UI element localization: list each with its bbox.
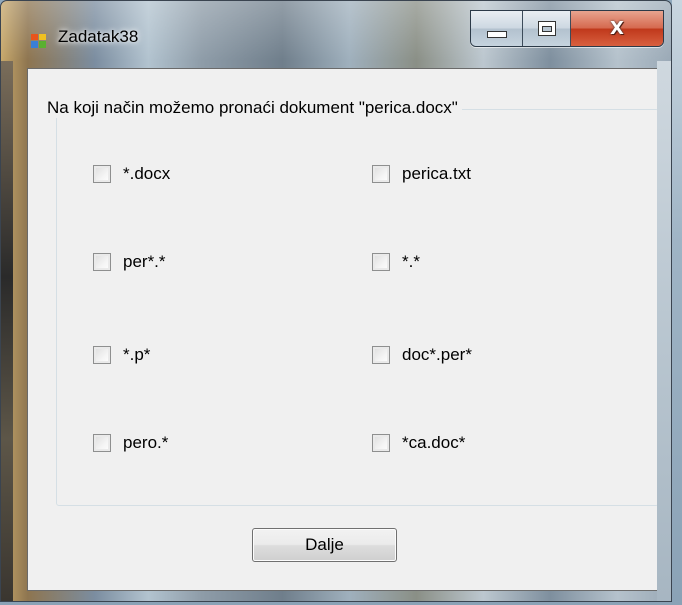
window-title: Zadatak38: [58, 27, 139, 46]
checkbox-box[interactable]: [93, 346, 111, 364]
checkbox-option-2[interactable]: perica.txt: [372, 164, 471, 184]
app-window: Zadatak38 X Na koji način možemo pronaći…: [0, 0, 672, 602]
checkbox-label[interactable]: *.docx: [123, 164, 170, 184]
desktop-background: [672, 0, 682, 605]
windows-form-icon[interactable]: [31, 33, 47, 49]
checkbox-option-5[interactable]: *.p*: [93, 345, 150, 365]
checkbox-box[interactable]: [372, 165, 390, 183]
close-icon: X: [610, 18, 624, 39]
checkbox-box[interactable]: [93, 253, 111, 271]
checkbox-box[interactable]: [93, 434, 111, 452]
checkbox-box[interactable]: [372, 346, 390, 364]
maximize-icon: [537, 21, 556, 36]
maximize-button[interactable]: [523, 11, 571, 46]
caption-buttons: X: [470, 10, 664, 47]
checkbox-label[interactable]: *.p*: [123, 345, 150, 365]
checkbox-option-1[interactable]: *.docx: [93, 164, 170, 184]
checkbox-option-3[interactable]: per*.*: [93, 252, 166, 272]
checkbox-option-8[interactable]: *ca.doc*: [372, 433, 465, 453]
minimize-button[interactable]: [471, 11, 523, 46]
checkbox-label[interactable]: doc*.per*: [402, 345, 472, 365]
next-button[interactable]: Dalje: [252, 528, 397, 562]
checkbox-box[interactable]: [372, 253, 390, 271]
checkbox-label[interactable]: pero.*: [123, 433, 168, 453]
checkbox-option-7[interactable]: pero.*: [93, 433, 168, 453]
close-button[interactable]: X: [571, 11, 663, 46]
checkbox-box[interactable]: [372, 434, 390, 452]
checkbox-label[interactable]: *ca.doc*: [402, 433, 465, 453]
checkbox-option-4[interactable]: *.*: [372, 252, 420, 272]
checkbox-label[interactable]: perica.txt: [402, 164, 471, 184]
checkbox-label[interactable]: per*.*: [123, 252, 166, 272]
question-legend: Na koji način možemo pronaći dokument "p…: [43, 98, 462, 118]
checkbox-box[interactable]: [93, 165, 111, 183]
checkbox-label[interactable]: *.*: [402, 252, 420, 272]
checkbox-option-6[interactable]: doc*.per*: [372, 345, 472, 365]
form-client-area: Na koji način možemo pronaći dokument "p…: [27, 68, 671, 591]
minimize-icon: [486, 31, 507, 38]
